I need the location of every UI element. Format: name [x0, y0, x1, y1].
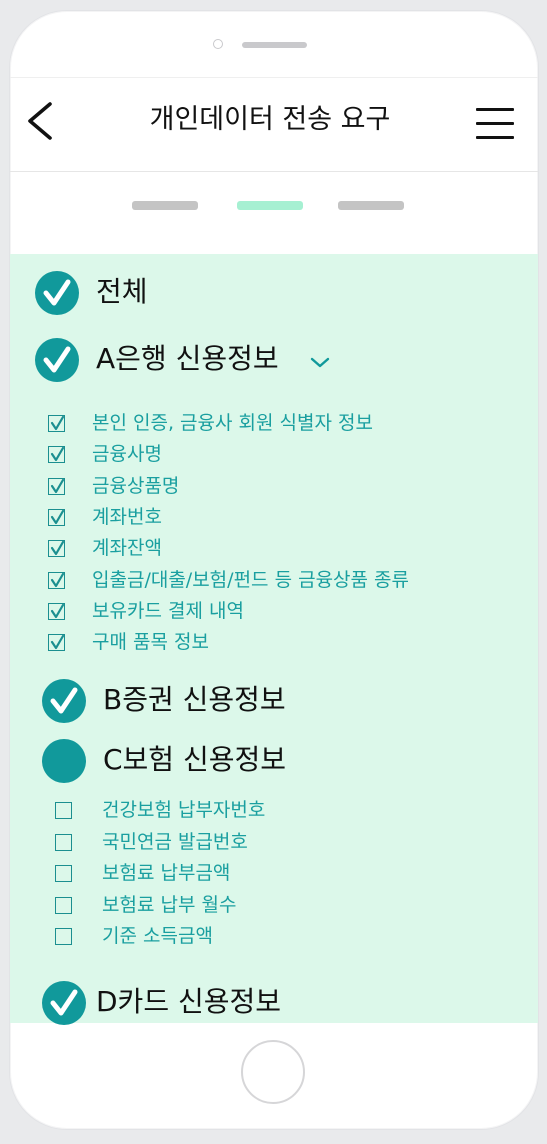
page-title: 개인데이터 전송 요구	[149, 104, 391, 135]
check-icon	[43, 279, 71, 306]
list-item[interactable]: 계좌잔액	[10, 534, 538, 562]
section-a-label[interactable]: A은행 신용정보	[96, 339, 279, 379]
item-checkbox[interactable]	[48, 477, 65, 495]
chevron-down-icon[interactable]	[310, 357, 330, 369]
list-item[interactable]: 계좌번호	[10, 503, 538, 531]
step-indicator	[10, 201, 538, 211]
select-all-label: 전체	[96, 275, 148, 308]
list-item[interactable]: 보유카드 결제 내역	[10, 597, 538, 625]
item-label: 기준 소득금액	[102, 925, 213, 947]
item-label: 국민연금 발급번호	[102, 830, 248, 853]
chevron-left-icon	[28, 102, 52, 140]
check-icon	[50, 509, 65, 524]
step-1	[132, 201, 198, 210]
check-icon	[50, 447, 65, 462]
check-icon	[50, 541, 65, 556]
section-b-checkbox[interactable]	[42, 679, 86, 723]
check-icon	[50, 687, 78, 714]
app-header: 개인데이터 전송 요구	[10, 78, 538, 178]
item-checkbox[interactable]	[48, 508, 65, 526]
check-icon	[50, 989, 78, 1016]
section-d-label[interactable]: D카드 신용정보	[96, 982, 281, 1022]
list-item[interactable]: 입출금/대출/보험/펀드 등 금융상품 종류	[10, 566, 538, 594]
list-item[interactable]: 금융사명	[10, 440, 538, 468]
phone-frame: 개인데이터 전송 요구 전체 A은행 신용정보 본인 인증, 금융사 회원 식별…	[9, 10, 539, 1130]
list-item[interactable]: 보험료 납부 월수	[10, 891, 538, 919]
item-checkbox[interactable]	[55, 833, 72, 851]
list-item[interactable]: 금융상품명	[10, 472, 538, 500]
check-icon	[50, 634, 65, 650]
item-checkbox[interactable]	[48, 571, 65, 589]
speaker-grille	[242, 42, 307, 48]
item-checkbox[interactable]	[55, 896, 72, 914]
hamburger-icon	[476, 108, 514, 111]
menu-button[interactable]	[476, 106, 514, 140]
check-icon	[50, 572, 65, 587]
step-3	[338, 201, 404, 210]
item-checkbox[interactable]	[55, 802, 72, 819]
item-checkbox[interactable]	[48, 415, 65, 432]
list-item[interactable]: 국민연금 발급번호	[10, 828, 538, 856]
select-all-checkbox[interactable]	[35, 271, 79, 315]
section-c-checkbox[interactable]	[42, 739, 86, 783]
list-item[interactable]: 본인 인증, 금융사 회원 식별자 정보	[10, 409, 538, 437]
item-label: 건강보험 납부자번호	[102, 799, 266, 821]
front-camera	[213, 39, 223, 49]
back-button[interactable]	[22, 100, 62, 142]
item-checkbox[interactable]	[48, 602, 65, 620]
item-label: 계좌번호	[92, 505, 162, 528]
item-checkbox[interactable]	[48, 446, 65, 464]
item-label: 구매 품목 정보	[92, 631, 209, 654]
section-c-label[interactable]: C보험 신용정보	[103, 740, 286, 780]
check-icon	[43, 346, 71, 373]
section-a-checkbox[interactable]	[35, 338, 79, 382]
item-checkbox[interactable]	[48, 540, 65, 558]
consent-panel: 전체 A은행 신용정보 본인 인증, 금융사 회원 식별자 정보금융사명금융상품…	[10, 254, 538, 1025]
header-divider	[10, 171, 538, 172]
section-b-label[interactable]: B증권 신용정보	[103, 680, 286, 720]
check-icon	[50, 415, 65, 431]
item-label: 입출금/대출/보험/펀드 등 금융상품 종류	[92, 568, 410, 591]
item-label: 금융상품명	[92, 474, 180, 497]
list-item[interactable]: 기준 소득금액	[10, 922, 538, 950]
item-checkbox[interactable]	[55, 865, 72, 882]
item-checkbox[interactable]	[55, 928, 72, 945]
check-icon	[50, 478, 65, 493]
list-item[interactable]: 구매 품목 정보	[10, 628, 538, 656]
home-button[interactable]	[241, 1040, 305, 1104]
list-item[interactable]: 보험료 납부금액	[10, 859, 538, 887]
section-d-checkbox[interactable]	[42, 981, 86, 1025]
item-label: 본인 인증, 금융사 회원 식별자 정보	[92, 412, 373, 434]
item-label: 금융사명	[92, 443, 162, 466]
item-label: 보유카드 결제 내역	[92, 599, 244, 622]
list-item[interactable]: 건강보험 납부자번호	[10, 796, 538, 824]
item-label: 보험료 납부 월수	[102, 893, 237, 916]
item-label: 계좌잔액	[92, 537, 162, 560]
check-icon	[50, 603, 65, 618]
step-2	[237, 201, 303, 210]
item-label: 보험료 납부금액	[102, 862, 231, 884]
item-checkbox[interactable]	[48, 634, 65, 652]
